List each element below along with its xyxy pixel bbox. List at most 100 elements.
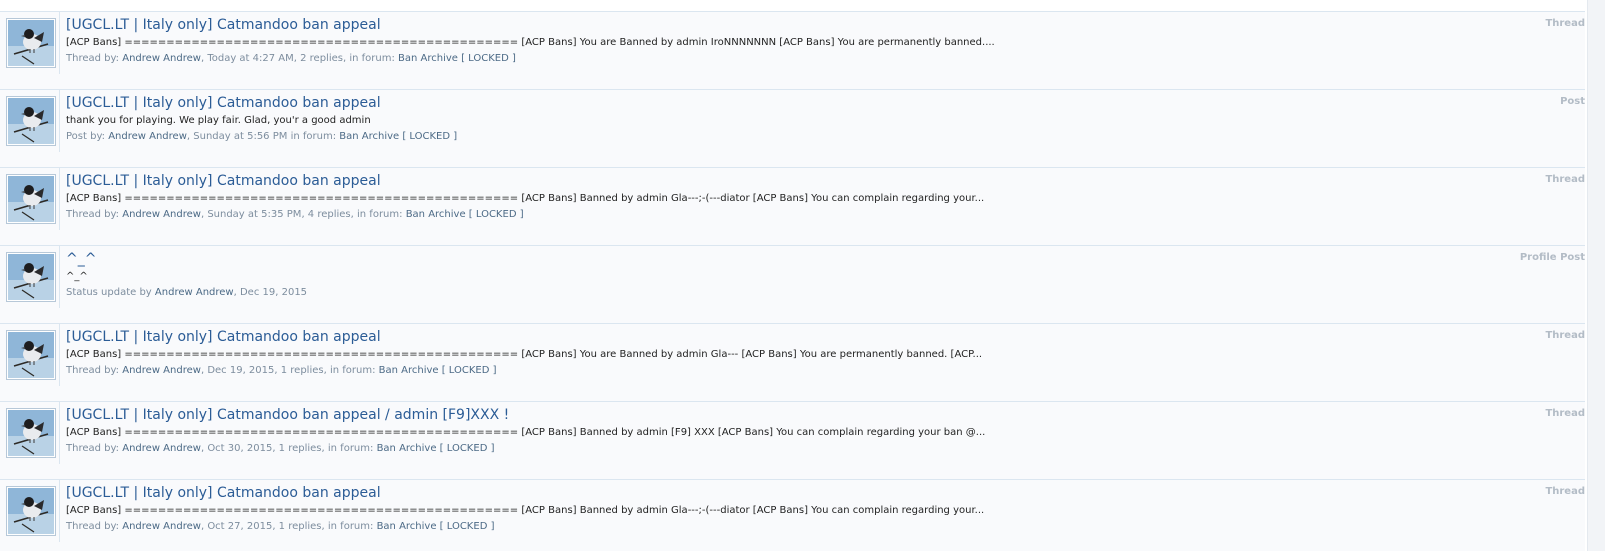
row-divider [59, 246, 60, 308]
content-type-label: Thread [1545, 18, 1585, 29]
forum-link[interactable]: Ban Archive [ LOCKED ] [377, 521, 495, 532]
result-body: [UGCL.LT | Italy only] Catmandoo ban app… [66, 406, 1545, 456]
result-snippet: [ACP Bans] =============================… [66, 427, 986, 438]
result-title-link[interactable]: [UGCL.LT | Italy only] Catmandoo ban app… [66, 406, 1545, 424]
meta-prefix: Status update by [66, 287, 152, 298]
row-divider [59, 402, 60, 464]
author-link[interactable]: Andrew Andrew [122, 53, 201, 64]
search-result: [UGCL.LT | Italy only] Catmandoo ban app… [0, 323, 1585, 401]
meta-separator: , [200, 365, 205, 376]
author-link[interactable]: Andrew Andrew [122, 365, 201, 376]
search-result: [UGCL.LT | Italy only] Catmandoo ban app… [0, 11, 1585, 89]
content-type-label: Thread [1545, 174, 1585, 185]
user-avatar[interactable] [6, 96, 56, 146]
result-title-link[interactable]: [UGCL.LT | Italy only] Catmandoo ban app… [66, 484, 1545, 502]
row-divider [59, 168, 60, 230]
result-snippet: [ACP Bans] =============================… [66, 349, 983, 360]
forum-link[interactable]: Ban Archive [ LOCKED ] [398, 53, 516, 64]
search-results-list: [UGCL.LT | Italy only] Catmandoo ban app… [0, 0, 1585, 551]
result-meta: Post by: Andrew Andrew, Sunday at 5:56 P… [66, 130, 1545, 144]
result-snippet: [ACP Bans] =============================… [66, 37, 995, 48]
user-avatar[interactable] [6, 174, 56, 224]
bird-avatar-icon [8, 98, 54, 144]
bird-avatar-icon [8, 410, 54, 456]
result-meta: Thread by: Andrew Andrew, Sunday at 5:35… [66, 208, 1545, 222]
bird-avatar-icon [8, 20, 54, 66]
meta-separator: , [186, 131, 191, 142]
result-body: [UGCL.LT | Italy only] Catmandoo ban app… [66, 172, 1545, 222]
bird-avatar-icon [8, 488, 54, 534]
meta-separator: , [200, 209, 205, 220]
forum-link[interactable]: Ban Archive [ LOCKED ] [406, 209, 524, 220]
author-link[interactable]: Andrew Andrew [155, 287, 234, 298]
meta-details: in forum: [287, 131, 337, 142]
result-title-link[interactable]: [UGCL.LT | Italy only] Catmandoo ban app… [66, 16, 1545, 34]
meta-date: Today at 4:27 AM [207, 53, 294, 64]
content-type-label: Thread [1545, 408, 1585, 419]
result-meta: Thread by: Andrew Andrew, Oct 27, 2015, … [66, 520, 1545, 534]
result-snippet: [ACP Bans] =============================… [66, 193, 985, 204]
result-snippet: [ACP Bans] =============================… [66, 505, 985, 516]
content-type-label: Thread [1545, 330, 1585, 341]
result-body: ^_^ ^_^ Status update by Andrew Andrew, … [66, 250, 1545, 300]
meta-prefix: Thread by: [66, 209, 120, 220]
result-title-link[interactable]: [UGCL.LT | Italy only] Catmandoo ban app… [66, 328, 1545, 346]
search-result: ^_^ ^_^ Status update by Andrew Andrew, … [0, 245, 1585, 323]
meta-details: , 1 replies, in forum: [274, 365, 376, 376]
forum-link[interactable]: Ban Archive [ LOCKED ] [377, 443, 495, 454]
search-result: [UGCL.LT | Italy only] Catmandoo ban app… [0, 167, 1585, 245]
result-body: [UGCL.LT | Italy only] Catmandoo ban app… [66, 94, 1545, 144]
meta-date: Dec 19, 2015 [239, 287, 308, 298]
content-type-label: Profile Post [1519, 252, 1585, 263]
author-link[interactable]: Andrew Andrew [122, 209, 201, 220]
meta-date: Sunday at 5:35 PM [207, 209, 302, 220]
row-divider [59, 12, 60, 74]
author-link[interactable]: Andrew Andrew [122, 443, 201, 454]
meta-separator: , [200, 53, 205, 64]
user-avatar[interactable] [6, 252, 56, 302]
meta-date: Dec 19, 2015 [207, 365, 275, 376]
author-link[interactable]: Andrew Andrew [108, 131, 187, 142]
meta-prefix: Thread by: [66, 521, 120, 532]
result-snippet: thank you for playing. We play fair. Gla… [66, 115, 371, 126]
bird-avatar-icon [8, 254, 54, 300]
content-type-label: Thread [1545, 486, 1585, 497]
user-avatar[interactable] [6, 330, 56, 380]
meta-details: , 1 replies, in forum: [272, 521, 374, 532]
meta-separator: , [200, 521, 205, 532]
result-body: [UGCL.LT | Italy only] Catmandoo ban app… [66, 328, 1545, 378]
vertical-scrollbar[interactable] [1587, 0, 1605, 551]
meta-separator: , [233, 287, 237, 298]
result-snippet: ^_^ [66, 271, 88, 282]
meta-details: , 4 replies, in forum: [301, 209, 403, 220]
row-divider [59, 90, 60, 152]
meta-prefix: Thread by: [66, 365, 120, 376]
result-body: [UGCL.LT | Italy only] Catmandoo ban app… [66, 484, 1545, 534]
user-avatar[interactable] [6, 408, 56, 458]
row-divider [59, 324, 60, 386]
meta-date: Oct 30, 2015 [207, 443, 273, 454]
meta-details: , 1 replies, in forum: [272, 443, 374, 454]
meta-details: , 2 replies, in forum: [293, 53, 395, 64]
content-type-label: Post [1560, 96, 1585, 107]
user-avatar[interactable] [6, 486, 56, 536]
meta-date: Oct 27, 2015 [207, 521, 273, 532]
meta-prefix: Thread by: [66, 443, 120, 454]
meta-separator: , [200, 443, 205, 454]
row-divider [59, 480, 60, 542]
forum-link[interactable]: Ban Archive [ LOCKED ] [339, 131, 457, 142]
forum-link[interactable]: Ban Archive [ LOCKED ] [379, 365, 497, 376]
user-avatar[interactable] [6, 18, 56, 68]
result-meta: Status update by Andrew Andrew, Dec 19, … [66, 286, 1545, 300]
result-meta: Thread by: Andrew Andrew, Oct 30, 2015, … [66, 442, 1545, 456]
result-title-link[interactable]: [UGCL.LT | Italy only] Catmandoo ban app… [66, 94, 1545, 112]
author-link[interactable]: Andrew Andrew [122, 521, 201, 532]
result-title-link[interactable]: [UGCL.LT | Italy only] Catmandoo ban app… [66, 172, 1545, 190]
result-title-link[interactable]: ^_^ [66, 250, 1545, 268]
bird-avatar-icon [8, 176, 54, 222]
meta-prefix: Post by: [66, 131, 106, 142]
result-meta: Thread by: Andrew Andrew, Dec 19, 2015, … [66, 364, 1545, 378]
bird-avatar-icon [8, 332, 54, 378]
meta-prefix: Thread by: [66, 53, 120, 64]
meta-date: Sunday at 5:56 PM [193, 131, 288, 142]
